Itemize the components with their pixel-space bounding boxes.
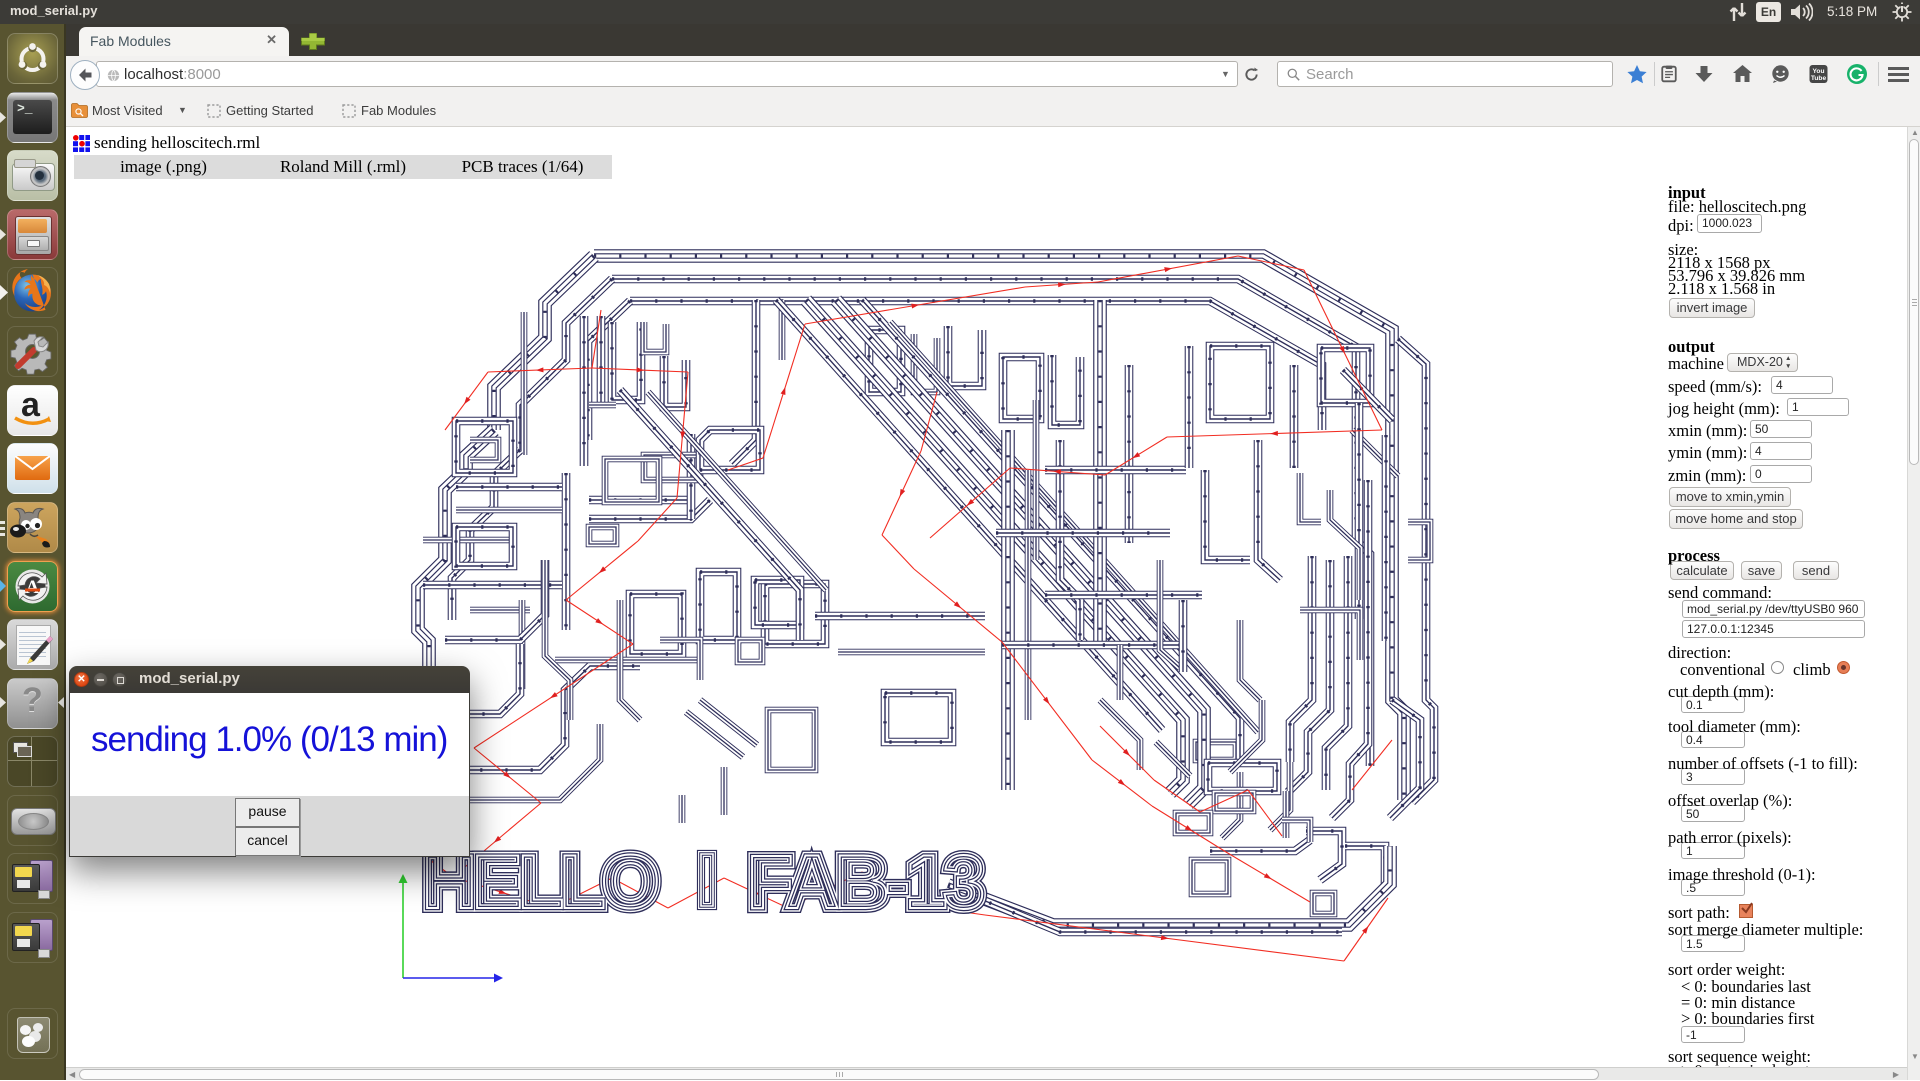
svg-text:A: A (26, 577, 40, 598)
svg-text:Tube: Tube (1811, 75, 1827, 82)
svg-text:You: You (1813, 68, 1825, 75)
